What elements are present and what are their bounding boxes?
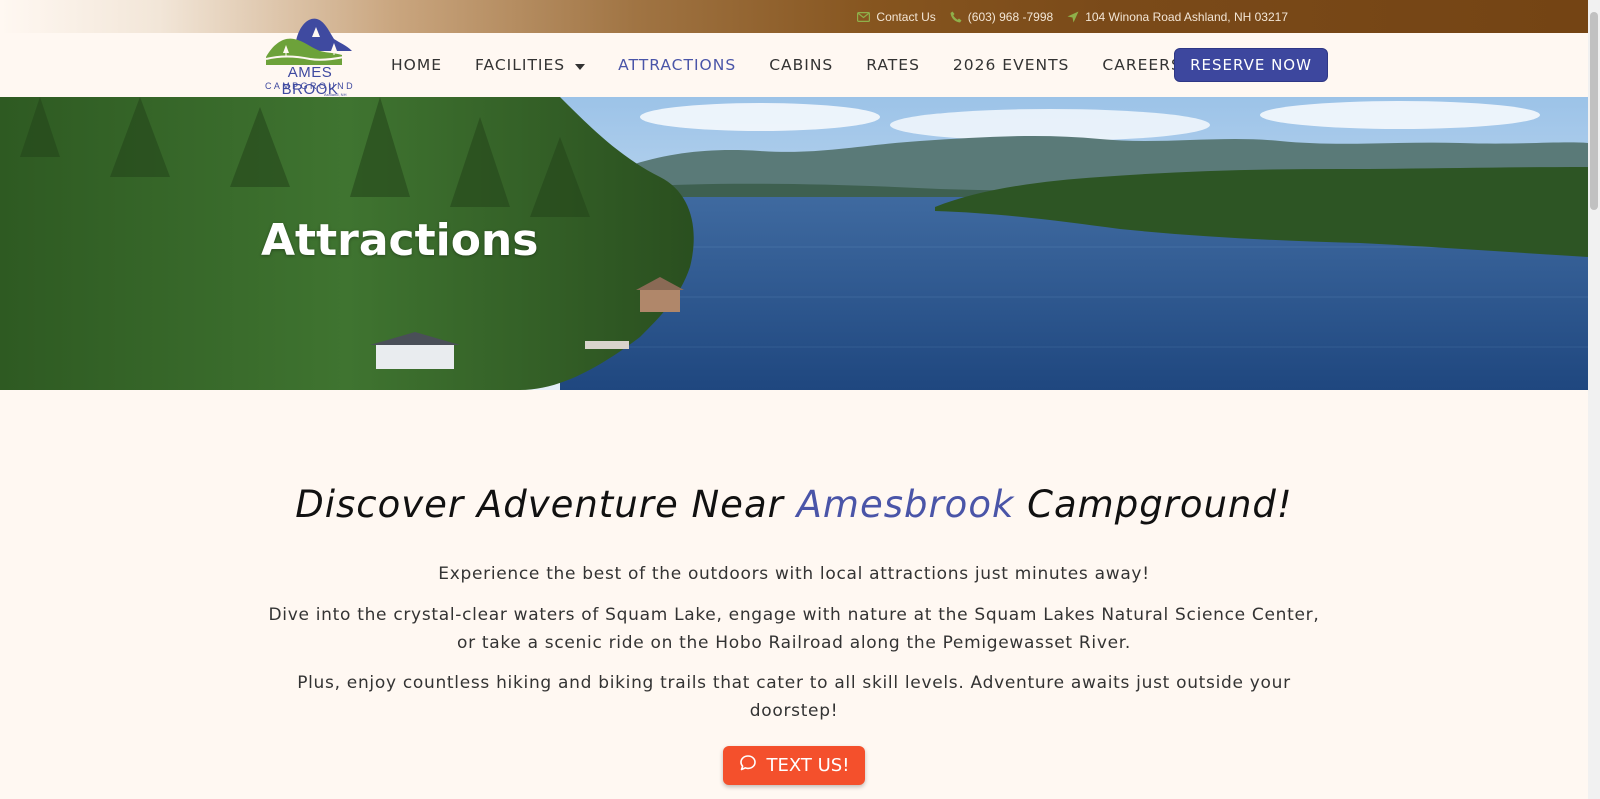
phone-number: (603) 968 -7998 [967, 9, 1054, 24]
nav-events[interactable]: 2026 EVENTS [953, 56, 1069, 74]
top-info-bar: Contact Us (603) 968 -7998 104 Winona Ro… [0, 0, 1588, 33]
scrollbar-thumb[interactable] [1590, 12, 1598, 210]
nav-home[interactable]: HOME [391, 56, 442, 74]
vertical-scrollbar[interactable] [1588, 0, 1600, 799]
nav-events-label: 2026 EVENTS [952, 56, 1070, 74]
page-heading: Discover Adventure Near Amesbrook Campgr… [0, 483, 1588, 526]
address-text: 104 Winona Road Ashland, NH 03217 [1085, 9, 1288, 24]
nav-careers[interactable]: CAREERS [1102, 56, 1181, 74]
nav-cabins[interactable]: CABINS [769, 56, 833, 74]
intro-paragraph-1: Experience the best of the outdoors with… [438, 564, 1150, 584]
main-nav: HOME FACILITIES ATTRACTIONS CABINS RATES… [391, 33, 1215, 97]
nav-home-label: HOME [391, 56, 443, 74]
hero-title: Attractions [261, 215, 539, 266]
nav-facilities[interactable]: FACILITIES [475, 56, 586, 74]
logo-subname: CAMPGROUND [264, 81, 355, 91]
site-logo[interactable]: AMES BROOK CAMPGROUND Ashland, NH [262, 9, 358, 99]
site-header: AMES BROOK CAMPGROUND Ashland, NH HOME F… [0, 18, 1588, 98]
nav-rates-label: RATES [866, 56, 920, 74]
nav-attractions[interactable]: ATTRACTIONS [618, 56, 736, 74]
hero-lake-image [0, 97, 1588, 390]
top-info-items: Contact Us (603) 968 -7998 104 Winona Ro… [857, 0, 1288, 33]
heading-suffix: Campground! [1014, 483, 1293, 526]
hero-banner: Attractions [0, 97, 1588, 390]
intro-paragraph-3: Plus, enjoy countless hiking and biking … [297, 673, 1291, 721]
text-us-label: TEXT US! [766, 755, 850, 776]
contact-label: Contact Us [876, 9, 936, 24]
nav-careers-label: CAREERS [1102, 56, 1182, 74]
caret-down-icon [575, 56, 586, 74]
heading-prefix: Discover Adventure Near [295, 483, 797, 526]
location-arrow-icon [1067, 11, 1079, 23]
mail-icon [857, 11, 871, 22]
chat-bubble-icon [739, 754, 757, 777]
nav-rates[interactable]: RATES [866, 56, 920, 74]
reserve-now-button[interactable]: RESERVE NOW [1174, 48, 1328, 82]
contact-link[interactable]: Contact Us [857, 9, 936, 24]
page: Contact Us (603) 968 -7998 104 Winona Ro… [0, 0, 1600, 799]
nav-attractions-label: ATTRACTIONS [618, 56, 737, 74]
nav-facilities-label: FACILITIES [475, 56, 566, 74]
nav-cabins-label: CABINS [769, 56, 834, 74]
text-us-button[interactable]: TEXT US! [723, 746, 865, 785]
intro-paragraph-2: Dive into the crystal-clear waters of Sq… [268, 605, 1320, 653]
phone-link[interactable]: (603) 968 -7998 [950, 10, 1053, 24]
address-link[interactable]: 104 Winona Road Ashland, NH 03217 [1067, 10, 1288, 24]
phone-icon [950, 11, 962, 23]
logo-mountains-icon [265, 18, 352, 65]
heading-accent: Amesbrook [796, 483, 1015, 526]
